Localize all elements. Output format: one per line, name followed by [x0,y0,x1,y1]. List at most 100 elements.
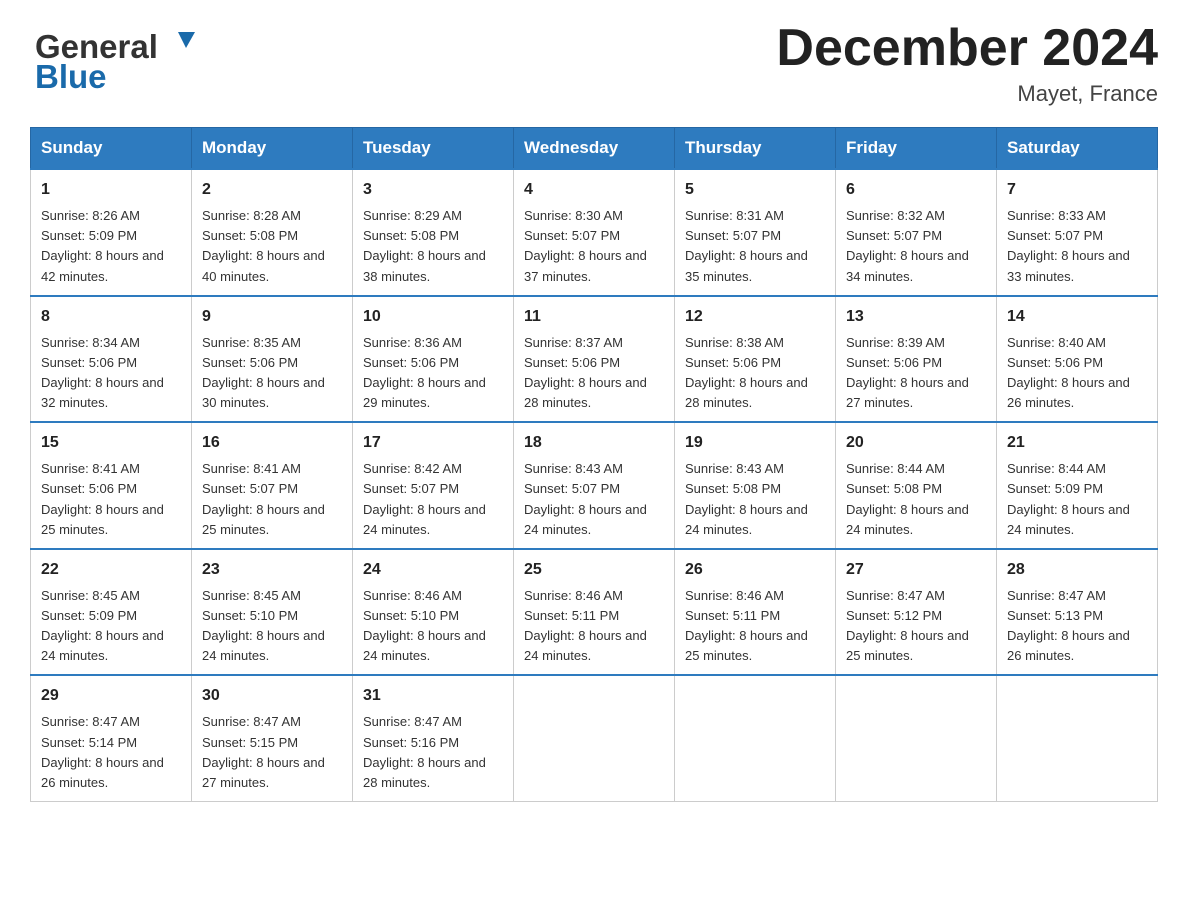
calendar-day-cell: 27Sunrise: 8:47 AMSunset: 5:12 PMDayligh… [836,549,997,676]
day-number: 7 [1007,178,1147,202]
calendar-day-cell: 19Sunrise: 8:43 AMSunset: 5:08 PMDayligh… [675,422,836,549]
calendar-day-cell: 20 Sunrise: 8:44 AMSunset: 5:08 PMDayligh… [836,422,997,549]
day-number: 25 [524,558,664,582]
calendar-day-cell: 9 Sunrise: 8:35 AMSunset: 5:06 PMDaylight… [192,296,353,423]
calendar-day-cell: 24 Sunrise: 8:46 AMSunset: 5:10 PMDayligh… [353,549,514,676]
calendar-week-row: 22Sunrise: 8:45 AMSunset: 5:09 PMDayligh… [31,549,1158,676]
calendar-day-cell [514,675,675,801]
day-number: 23 [202,558,342,582]
day-number: 29 [41,684,181,708]
day-info: Sunrise: 8:32 AMSunset: 5:07 PMDaylight:… [846,206,986,287]
day-info: Sunrise: 8:41 AMSunset: 5:06 PMDaylight:… [41,459,181,540]
header-saturday: Saturday [997,128,1158,170]
calendar-day-cell: 14Sunrise: 8:40 AMSunset: 5:06 PMDayligh… [997,296,1158,423]
calendar-day-cell: 23 Sunrise: 8:45 AMSunset: 5:10 PMDayligh… [192,549,353,676]
day-number: 6 [846,178,986,202]
day-info: Sunrise: 8:34 AMSunset: 5:06 PMDaylight:… [41,333,181,414]
day-info: Sunrise: 8:44 AMSunset: 5:08 PMDaylight:… [846,459,986,540]
header-friday: Friday [836,128,997,170]
day-number: 15 [41,431,181,455]
day-info: Sunrise: 8:40 AMSunset: 5:06 PMDaylight:… [1007,333,1147,414]
day-info: Sunrise: 8:46 AMSunset: 5:11 PMDaylight:… [685,586,825,667]
calendar-day-cell: 17Sunrise: 8:42 AMSunset: 5:07 PMDayligh… [353,422,514,549]
calendar-day-cell [675,675,836,801]
day-number: 31 [363,684,503,708]
day-number: 13 [846,305,986,329]
day-number: 2 [202,178,342,202]
calendar-day-cell: 29Sunrise: 8:47 AMSunset: 5:14 PMDayligh… [31,675,192,801]
day-info: Sunrise: 8:33 AMSunset: 5:07 PMDaylight:… [1007,206,1147,287]
day-info: Sunrise: 8:47 AMSunset: 5:13 PMDaylight:… [1007,586,1147,667]
calendar-day-cell: 21 Sunrise: 8:44 AMSunset: 5:09 PMDayligh… [997,422,1158,549]
calendar-day-cell: 26Sunrise: 8:46 AMSunset: 5:11 PMDayligh… [675,549,836,676]
day-number: 12 [685,305,825,329]
calendar-day-cell: 2 Sunrise: 8:28 AMSunset: 5:08 PMDaylight… [192,169,353,296]
day-number: 21 [1007,431,1147,455]
header-tuesday: Tuesday [353,128,514,170]
day-number: 22 [41,558,181,582]
day-info: Sunrise: 8:43 AMSunset: 5:07 PMDaylight:… [524,459,664,540]
calendar-header-row: Sunday Monday Tuesday Wednesday Thursday… [31,128,1158,170]
day-info: Sunrise: 8:30 AMSunset: 5:07 PMDaylight:… [524,206,664,287]
logo: General Blue [30,20,215,95]
calendar-week-row: 1Sunrise: 8:26 AMSunset: 5:09 PMDaylight… [31,169,1158,296]
calendar-day-cell [997,675,1158,801]
logo-svg: General Blue [30,20,215,95]
day-info: Sunrise: 8:44 AMSunset: 5:09 PMDaylight:… [1007,459,1147,540]
calendar-week-row: 8 Sunrise: 8:34 AMSunset: 5:06 PMDaylight… [31,296,1158,423]
day-number: 8 [41,305,181,329]
day-info: Sunrise: 8:46 AMSunset: 5:11 PMDaylight:… [524,586,664,667]
day-number: 3 [363,178,503,202]
day-info: Sunrise: 8:31 AMSunset: 5:07 PMDaylight:… [685,206,825,287]
day-info: Sunrise: 8:35 AMSunset: 5:06 PMDaylight:… [202,333,342,414]
day-info: Sunrise: 8:26 AMSunset: 5:09 PMDaylight:… [41,206,181,287]
calendar-table: Sunday Monday Tuesday Wednesday Thursday… [30,127,1158,802]
day-info: Sunrise: 8:38 AMSunset: 5:06 PMDaylight:… [685,333,825,414]
day-number: 18 [524,431,664,455]
calendar-day-cell: 12 Sunrise: 8:38 AMSunset: 5:06 PMDayligh… [675,296,836,423]
calendar-week-row: 29Sunrise: 8:47 AMSunset: 5:14 PMDayligh… [31,675,1158,801]
page-title: December 2024 [776,20,1158,77]
calendar-day-cell: 1Sunrise: 8:26 AMSunset: 5:09 PMDaylight… [31,169,192,296]
day-number: 10 [363,305,503,329]
day-info: Sunrise: 8:36 AMSunset: 5:06 PMDaylight:… [363,333,503,414]
calendar-day-cell: 6 Sunrise: 8:32 AMSunset: 5:07 PMDaylight… [836,169,997,296]
title-block: December 2024 Mayet, France [776,20,1158,107]
day-info: Sunrise: 8:46 AMSunset: 5:10 PMDaylight:… [363,586,503,667]
day-number: 30 [202,684,342,708]
day-number: 16 [202,431,342,455]
header-monday: Monday [192,128,353,170]
calendar-day-cell: 4 Sunrise: 8:30 AMSunset: 5:07 PMDaylight… [514,169,675,296]
calendar-day-cell: 30 Sunrise: 8:47 AMSunset: 5:15 PMDayligh… [192,675,353,801]
calendar-day-cell: 22Sunrise: 8:45 AMSunset: 5:09 PMDayligh… [31,549,192,676]
day-info: Sunrise: 8:29 AMSunset: 5:08 PMDaylight:… [363,206,503,287]
calendar-day-cell: 18 Sunrise: 8:43 AMSunset: 5:07 PMDayligh… [514,422,675,549]
calendar-day-cell: 5Sunrise: 8:31 AMSunset: 5:07 PMDaylight… [675,169,836,296]
header-sunday: Sunday [31,128,192,170]
day-info: Sunrise: 8:47 AMSunset: 5:15 PMDaylight:… [202,712,342,793]
calendar-day-cell: 3 Sunrise: 8:29 AMSunset: 5:08 PMDaylight… [353,169,514,296]
day-number: 27 [846,558,986,582]
day-info: Sunrise: 8:28 AMSunset: 5:08 PMDaylight:… [202,206,342,287]
header-wednesday: Wednesday [514,128,675,170]
day-number: 11 [524,305,664,329]
calendar-week-row: 15 Sunrise: 8:41 AMSunset: 5:06 PMDayligh… [31,422,1158,549]
page-subtitle: Mayet, France [776,81,1158,107]
svg-text:Blue: Blue [35,58,107,95]
calendar-day-cell: 10 Sunrise: 8:36 AMSunset: 5:06 PMDayligh… [353,296,514,423]
day-info: Sunrise: 8:39 AMSunset: 5:06 PMDaylight:… [846,333,986,414]
day-number: 4 [524,178,664,202]
day-number: 20 [846,431,986,455]
day-number: 24 [363,558,503,582]
calendar-day-cell: 31 Sunrise: 8:47 AMSunset: 5:16 PMDayligh… [353,675,514,801]
header-thursday: Thursday [675,128,836,170]
page-header: General Blue December 2024 Mayet, France [30,20,1158,107]
calendar-day-cell [836,675,997,801]
day-info: Sunrise: 8:47 AMSunset: 5:16 PMDaylight:… [363,712,503,793]
day-info: Sunrise: 8:37 AMSunset: 5:06 PMDaylight:… [524,333,664,414]
calendar-day-cell: 15 Sunrise: 8:41 AMSunset: 5:06 PMDayligh… [31,422,192,549]
day-info: Sunrise: 8:43 AMSunset: 5:08 PMDaylight:… [685,459,825,540]
day-number: 9 [202,305,342,329]
calendar-day-cell: 11 Sunrise: 8:37 AMSunset: 5:06 PMDayligh… [514,296,675,423]
day-info: Sunrise: 8:45 AMSunset: 5:10 PMDaylight:… [202,586,342,667]
